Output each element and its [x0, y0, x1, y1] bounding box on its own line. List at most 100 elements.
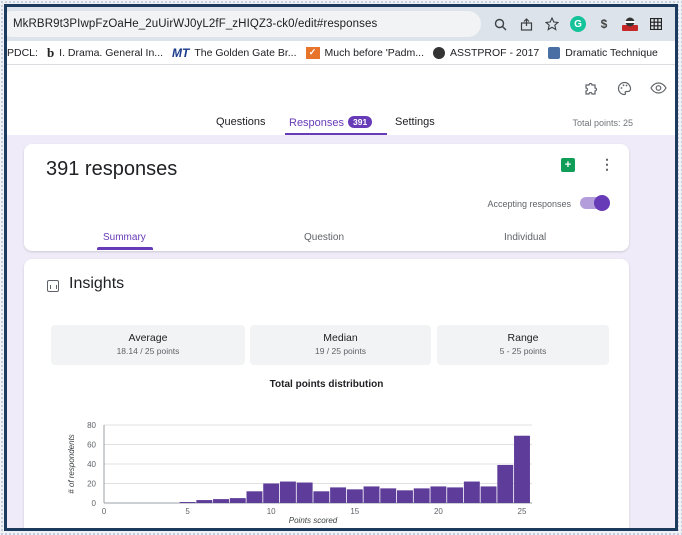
bookmark-label: I. Drama. General In...: [59, 46, 164, 59]
responses-summary-card: 391 responses + ⋮ Accepting responses Su…: [24, 144, 629, 251]
histogram-bar: [213, 499, 229, 503]
dollar-extension-icon[interactable]: $: [591, 11, 617, 37]
url-text: MkRBR9t3PIwpFzOaHe_2uUirWJ0yL2fF_zHIQZ3-…: [13, 18, 378, 30]
avatar-extension-icon[interactable]: [617, 11, 643, 37]
total-points: Total points: 25: [572, 118, 633, 128]
histogram-bar: [330, 487, 347, 503]
histogram-bar: [263, 483, 280, 503]
globe-icon: [432, 46, 445, 59]
y-tick-label: 80: [87, 421, 96, 430]
points-distribution-chart: 0 20 40 60 80 0 5 10 15 20 25 Points scored # of res…: [67, 421, 532, 524]
responses-content: 391 responses + ⋮ Accepting responses Su…: [7, 135, 675, 528]
x-tick-label: 10: [267, 507, 276, 516]
bookmark-dramatic-technique[interactable]: Dramatic Technique: [548, 46, 667, 59]
stat-average: Average 18.14 / 25 points: [51, 325, 245, 365]
responses-count-title: 391 responses: [46, 158, 178, 180]
histogram-bar: [413, 488, 430, 503]
bookmark-golden-gate[interactable]: MT The Golden Gate Br...: [172, 46, 305, 60]
histogram-bar: [497, 464, 514, 503]
subtab-question[interactable]: Question: [304, 232, 344, 243]
x-tick-label: 20: [434, 507, 443, 516]
toggle-knob: [594, 195, 610, 211]
tab-responses-label: Responses: [289, 117, 345, 129]
histogram-bar: [447, 487, 464, 503]
x-tick-label: 0: [102, 507, 107, 516]
stat-value: 18.14 / 25 points: [116, 346, 180, 356]
forms-header: Questions Responses 391 Settings Total po…: [7, 65, 675, 135]
bookmark-drama-general[interactable]: b I. Drama. General In...: [47, 45, 172, 61]
people-icon: [548, 46, 561, 59]
bookmark-label: PDCL:: [7, 46, 38, 59]
bookmark-pdcl[interactable]: PDCL:: [7, 47, 47, 59]
browser-window: MkRBR9t3PIwpFzOaHe_2uUirWJ0yL2fF_zHIQZ3-…: [4, 4, 678, 531]
bookmark-padm[interactable]: ✓ Much before 'Padm...: [305, 46, 433, 59]
histogram-bar: [480, 486, 497, 503]
tab-questions[interactable]: Questions: [216, 116, 266, 128]
x-axis-label: Points scored: [289, 516, 338, 524]
b-logo-icon: b: [46, 44, 55, 60]
histogram-bar: [179, 502, 196, 503]
insights-card: Insights Average 18.14 / 25 points Media…: [24, 259, 629, 528]
x-tick-label: 25: [518, 507, 527, 516]
insights-chart-icon: [47, 280, 59, 292]
histogram-bar: [313, 491, 330, 503]
x-tick-label: 5: [185, 507, 190, 516]
histogram-bar: [397, 490, 413, 503]
bookmark-label: ASSTPROF - 2017: [449, 46, 540, 59]
chart-title: Total points distribution: [269, 379, 384, 390]
subtab-individual[interactable]: Individual: [504, 232, 546, 243]
bookmark-star-icon[interactable]: [539, 11, 565, 37]
accepting-responses-toggle[interactable]: [580, 195, 610, 211]
histogram-bar: [430, 486, 447, 503]
url-field[interactable]: MkRBR9t3PIwpFzOaHe_2uUirWJ0yL2fF_zHIQZ3-…: [7, 11, 481, 37]
insights-title: Insights: [69, 275, 125, 292]
palette-icon[interactable]: [611, 75, 637, 101]
stat-median: Median 19 / 25 points: [250, 325, 431, 365]
form-tabs: Questions Responses 391 Settings Total po…: [7, 109, 675, 135]
tab-settings[interactable]: Settings: [395, 116, 435, 128]
search-icon[interactable]: [487, 11, 513, 37]
sheets-icon[interactable]: +: [561, 158, 575, 172]
orange-chart-icon: ✓: [305, 46, 320, 59]
stat-value: 5 - 25 points: [499, 346, 547, 356]
y-tick-label: 60: [87, 441, 96, 450]
forms-toolbar: [577, 75, 671, 101]
tab-responses[interactable]: Responses 391: [289, 116, 373, 129]
addon-puzzle-icon[interactable]: [577, 75, 603, 101]
address-bar-icons: G $: [487, 11, 669, 37]
subtab-summary[interactable]: Summary: [103, 232, 146, 243]
bookmark-label: Much before 'Padm...: [324, 46, 424, 59]
mt-logo-icon: MT: [172, 45, 190, 60]
grid-extension-icon[interactable]: [643, 11, 669, 37]
stat-label: Median: [323, 332, 358, 344]
stat-range: Range 5 - 25 points: [437, 325, 609, 365]
histogram-bar: [229, 498, 246, 503]
histogram-bar: [196, 500, 213, 503]
y-tick-label: 0: [92, 499, 97, 508]
stat-value: 19 / 25 points: [314, 346, 367, 356]
preview-eye-icon[interactable]: [645, 75, 671, 101]
y-tick-label: 20: [87, 480, 96, 489]
bookmark-asstprof[interactable]: ASSTPROF - 2017: [432, 46, 548, 59]
histogram-bar: [296, 482, 313, 503]
stat-label: Range: [507, 332, 539, 344]
histogram-bar: [279, 481, 296, 503]
grammarly-extension-icon[interactable]: G: [565, 11, 591, 37]
accepting-responses-label: Accepting responses: [487, 199, 571, 209]
x-tick-label: 15: [350, 507, 359, 516]
bookmark-label: The Golden Gate Br...: [194, 46, 297, 59]
share-icon[interactable]: [513, 11, 539, 37]
y-tick-label: 40: [87, 460, 96, 469]
address-bar-row: MkRBR9t3PIwpFzOaHe_2uUirWJ0yL2fF_zHIQZ3-…: [7, 7, 675, 41]
histogram-bar: [380, 488, 397, 503]
stat-label: Average: [128, 332, 168, 344]
y-axis-label: # of respondents: [67, 434, 76, 494]
histogram-bar: [363, 486, 380, 503]
bookmarks-bar: PDCL: b I. Drama. General In... MT The G…: [7, 41, 675, 65]
histogram-bar: [463, 481, 480, 503]
more-options-icon[interactable]: ⋮: [600, 156, 614, 173]
histogram-bar: [246, 491, 263, 503]
bookmark-label: Dramatic Technique: [565, 46, 658, 59]
histogram-bar: [514, 435, 530, 503]
histogram-bar: [346, 489, 363, 503]
